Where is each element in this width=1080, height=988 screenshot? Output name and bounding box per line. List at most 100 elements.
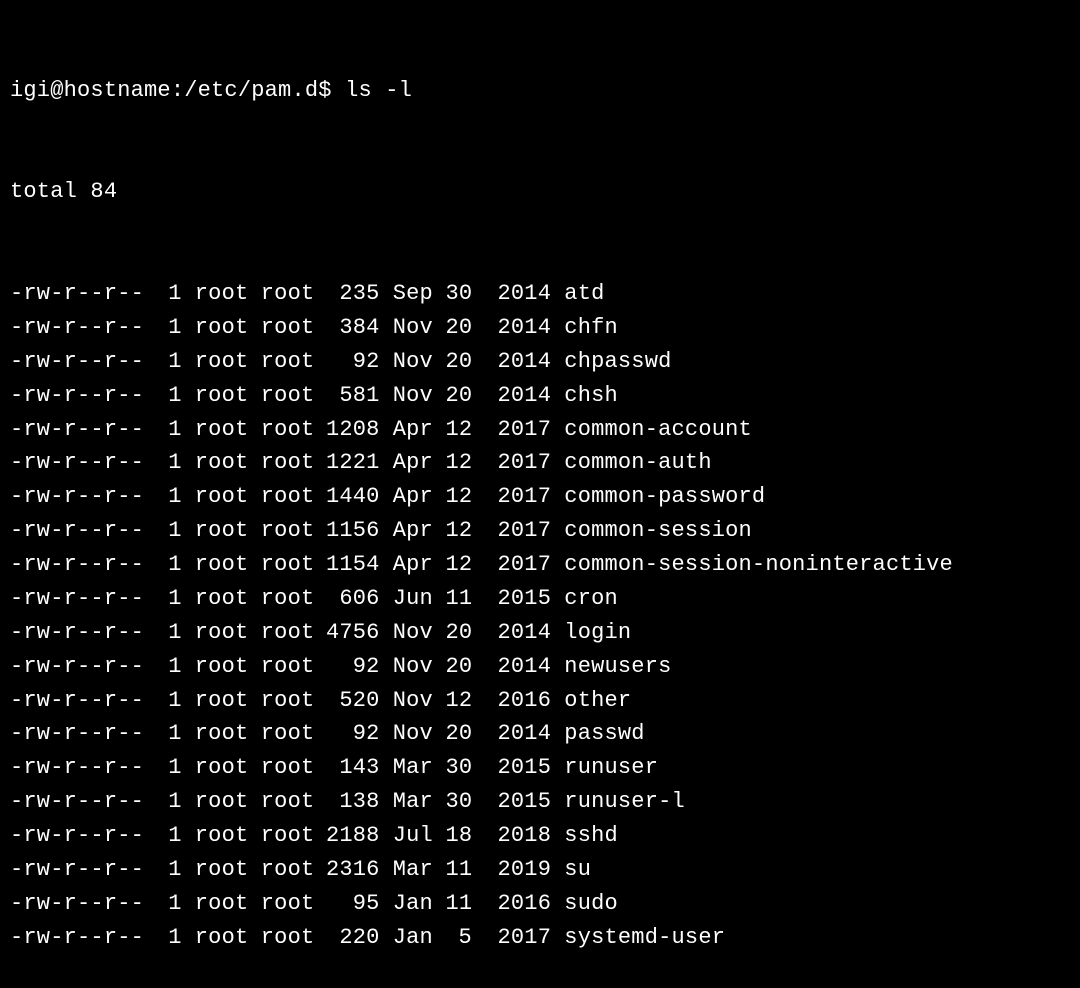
file-month: Nov — [393, 650, 433, 684]
file-name: passwd — [564, 717, 644, 751]
file-year: 2017 — [485, 413, 551, 447]
file-size: 138 — [314, 785, 380, 819]
file-group: root — [261, 413, 314, 447]
file-month: Nov — [393, 345, 433, 379]
file-day: 30 — [446, 751, 472, 785]
file-links: 1 — [155, 650, 181, 684]
file-links: 1 — [155, 345, 181, 379]
file-name: runuser-l — [564, 785, 685, 819]
file-year: 2015 — [485, 785, 551, 819]
file-year: 2014 — [485, 345, 551, 379]
file-day: 11 — [446, 582, 472, 616]
file-permissions: -rw-r--r-- — [10, 345, 142, 379]
file-owner: root — [195, 717, 248, 751]
file-month: Jun — [393, 582, 433, 616]
file-year: 2016 — [485, 684, 551, 718]
file-links: 1 — [155, 413, 181, 447]
file-month: Mar — [393, 785, 433, 819]
file-size: 235 — [314, 277, 380, 311]
file-year: 2019 — [485, 853, 551, 887]
file-year: 2017 — [485, 446, 551, 480]
file-year: 2018 — [485, 819, 551, 853]
file-owner: root — [195, 853, 248, 887]
file-group: root — [261, 819, 314, 853]
file-owner: root — [195, 650, 248, 684]
file-day: 20 — [446, 311, 472, 345]
file-size: 1208 — [314, 413, 380, 447]
file-year: 2014 — [485, 277, 551, 311]
file-name: common-session-noninteractive — [564, 548, 953, 582]
file-links: 1 — [155, 582, 181, 616]
file-links: 1 — [155, 514, 181, 548]
file-name: systemd-user — [564, 921, 725, 955]
file-year: 2015 — [485, 751, 551, 785]
file-size: 1440 — [314, 480, 380, 514]
file-links: 1 — [155, 887, 181, 921]
file-links: 1 — [155, 717, 181, 751]
file-links: 1 — [155, 548, 181, 582]
file-month: Apr — [393, 480, 433, 514]
file-name: common-session — [564, 514, 752, 548]
total-line: total 84 — [10, 175, 1070, 209]
file-group: root — [261, 751, 314, 785]
file-name: su — [564, 853, 591, 887]
file-group: root — [261, 446, 314, 480]
file-permissions: -rw-r--r-- — [10, 887, 142, 921]
file-permissions: -rw-r--r-- — [10, 413, 142, 447]
file-day: 20 — [446, 650, 472, 684]
file-size: 92 — [314, 650, 380, 684]
file-day: 12 — [446, 480, 472, 514]
file-group: root — [261, 921, 314, 955]
file-links: 1 — [155, 921, 181, 955]
file-month: Nov — [393, 684, 433, 718]
file-name: common-password — [564, 480, 765, 514]
file-owner: root — [195, 616, 248, 650]
file-row: -rw-r--r--1rootroot92Nov202014newusers — [10, 650, 1070, 684]
file-group: root — [261, 616, 314, 650]
file-name: other — [564, 684, 631, 718]
file-month: Jul — [393, 819, 433, 853]
prompt-text: igi@hostname:/etc/pam.d$ — [10, 74, 332, 108]
file-row: -rw-r--r--1rootroot606Jun112015cron — [10, 582, 1070, 616]
file-month: Apr — [393, 413, 433, 447]
file-size: 2188 — [314, 819, 380, 853]
file-links: 1 — [155, 277, 181, 311]
file-day: 11 — [446, 887, 472, 921]
file-row: -rw-r--r--1rootroot220Jan52017systemd-us… — [10, 921, 1070, 955]
file-name: sudo — [564, 887, 618, 921]
file-row: -rw-r--r--1rootroot1154Apr122017common-s… — [10, 548, 1070, 582]
file-group: root — [261, 887, 314, 921]
file-group: root — [261, 650, 314, 684]
file-links: 1 — [155, 853, 181, 887]
file-month: Nov — [393, 311, 433, 345]
file-permissions: -rw-r--r-- — [10, 853, 142, 887]
file-day: 20 — [446, 616, 472, 650]
file-owner: root — [195, 819, 248, 853]
file-year: 2014 — [485, 717, 551, 751]
file-size: 95 — [314, 887, 380, 921]
file-month: Nov — [393, 616, 433, 650]
file-row: -rw-r--r--1rootroot1156Apr122017common-s… — [10, 514, 1070, 548]
file-permissions: -rw-r--r-- — [10, 717, 142, 751]
terminal-window[interactable]: igi@hostname:/etc/pam.d$ ls -l total 84 … — [10, 6, 1070, 988]
file-day: 18 — [446, 819, 472, 853]
file-owner: root — [195, 514, 248, 548]
file-links: 1 — [155, 751, 181, 785]
file-name: cron — [564, 582, 618, 616]
file-owner: root — [195, 785, 248, 819]
file-month: Apr — [393, 548, 433, 582]
file-day: 12 — [446, 548, 472, 582]
file-owner: root — [195, 446, 248, 480]
file-year: 2016 — [485, 887, 551, 921]
file-month: Nov — [393, 379, 433, 413]
file-permissions: -rw-r--r-- — [10, 311, 142, 345]
file-group: root — [261, 480, 314, 514]
file-name: atd — [564, 277, 604, 311]
file-day: 20 — [446, 345, 472, 379]
file-row: -rw-r--r--1rootroot92Nov202014chpasswd — [10, 345, 1070, 379]
file-day: 12 — [446, 684, 472, 718]
file-size: 2316 — [314, 853, 380, 887]
file-size: 520 — [314, 684, 380, 718]
file-year: 2017 — [485, 514, 551, 548]
file-month: Apr — [393, 446, 433, 480]
